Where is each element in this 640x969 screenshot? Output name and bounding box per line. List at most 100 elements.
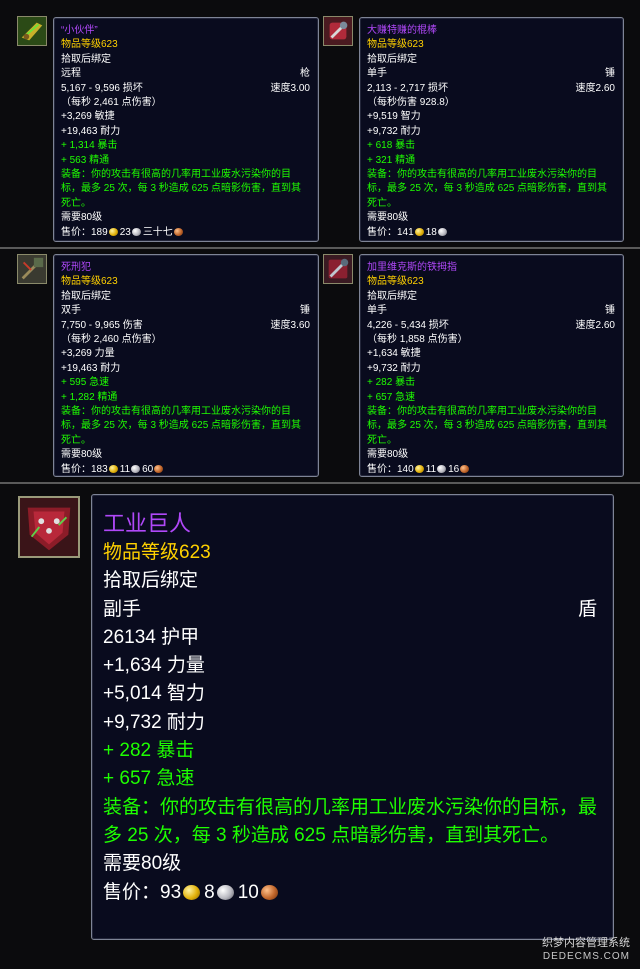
- secondary-stat: + 657 急速: [103, 768, 195, 790]
- gun-icon[interactable]: [17, 16, 47, 46]
- mace-icon[interactable]: [323, 16, 353, 46]
- copper-coin-icon: [154, 464, 164, 473]
- equip-effect: 装备：你的攻击有很高的几率用工业废水污染你的目标，最多 25 次，每 3 秒造成…: [61, 406, 302, 446]
- slot-row: 双手 锤: [61, 304, 310, 318]
- dps: （每秒 1,858 点伤害）: [367, 334, 468, 346]
- secondary-stat: + 618 暴击: [367, 140, 416, 152]
- item-level: 物品等级623: [103, 542, 211, 563]
- sell-label: 售价：: [367, 463, 397, 475]
- watermark: 织梦内容管理系统 DEDECMS.COM: [542, 937, 630, 963]
- slot-row: 副手 盾: [103, 596, 597, 624]
- watermark-line-2: DEDECMS.COM: [542, 951, 630, 962]
- dps: （每秒伤害 928.8）: [367, 97, 455, 109]
- stat-line: +5,014 智力: [103, 683, 205, 705]
- gold-coin-icon: [183, 884, 201, 900]
- copper-amount: 60: [142, 463, 154, 475]
- row-divider-top: [0, 247, 640, 249]
- equip-effect: 装备：你的攻击有很高的几率用工业废水污染你的目标，最多 25 次，每 3 秒造成…: [61, 169, 302, 209]
- gold-coin-icon: [414, 464, 424, 473]
- sell-price: 售价：93 8 10: [103, 879, 597, 907]
- item-name: 加里维克斯的铁拇指: [367, 262, 457, 273]
- slot: 副手: [103, 598, 142, 620]
- equip-effect: 装备：你的攻击有很高的几率用工业废水污染你的目标，最多 25 次，每 3 秒造成…: [103, 796, 598, 846]
- slot: 单手: [367, 305, 387, 317]
- damage: 2,113 - 2,717 损坏: [367, 82, 448, 94]
- fist-mace-icon[interactable]: [323, 254, 353, 284]
- silver-coin-icon: [216, 884, 234, 900]
- silver-coin-icon: [131, 464, 141, 473]
- level-requirement: 需要80级: [61, 449, 103, 461]
- copper-coin-icon: [460, 464, 470, 473]
- two-hand-mace-icon[interactable]: [17, 254, 47, 284]
- sell-label: 售价：: [61, 463, 91, 475]
- damage-row: 7,750 - 9,965 伤害 速度3.60: [61, 319, 310, 333]
- secondary-stat: + 1,282 精通: [61, 391, 118, 403]
- secondary-stat: + 595 急速: [61, 377, 110, 389]
- stat-line: +9,732 耐力: [367, 362, 421, 374]
- secondary-stat: + 657 急速: [367, 391, 416, 403]
- stat-line: +3,269 敏捷: [61, 111, 115, 123]
- bind-type: 拾取后绑定: [103, 570, 199, 592]
- stat-line: +19,463 耐力: [61, 362, 121, 374]
- gold-amount: 140: [397, 463, 414, 475]
- gold-amount: 93: [160, 881, 182, 903]
- shield-tooltip: 工业巨人 物品等级623 拾取后绑定 副手 盾 26134 护甲 +1,634 力…: [91, 494, 614, 940]
- stat-line: +1,634 力量: [103, 655, 205, 677]
- item-tooltip-1: 大赚特赚的棍棒 物品等级623 拾取后绑定 单手 锤 2,113 - 2,717 …: [359, 17, 624, 242]
- bind-type: 拾取后绑定: [367, 290, 417, 302]
- item-name: 死刑犯: [61, 262, 91, 273]
- level-requirement: 需要80级: [61, 212, 103, 224]
- damage-row: 2,113 - 2,717 损坏 速度2.60: [367, 82, 615, 96]
- sell-price: 售价：141 18: [367, 226, 615, 240]
- silver-coin-icon: [437, 227, 447, 236]
- gold-coin-icon: [414, 227, 424, 236]
- speed: 速度3.00: [270, 82, 310, 94]
- copper-amount: 三十七: [142, 226, 173, 238]
- gold-amount: 141: [397, 226, 414, 238]
- dps: （每秒 2,461 点伤害）: [61, 97, 162, 109]
- silver-amount: 23: [119, 226, 131, 238]
- stat-line: +9,732 耐力: [367, 125, 421, 137]
- bind-type: 拾取后绑定: [367, 53, 417, 65]
- stat-line: +19,463 耐力: [61, 125, 121, 137]
- item-level: 物品等级623: [367, 276, 424, 288]
- gold-amount: 183: [91, 463, 108, 475]
- weapon-type: 锤: [300, 305, 310, 317]
- stat-line: +3,269 力量: [61, 348, 115, 360]
- equip-effect: 装备：你的攻击有很高的几率用工业废水污染你的目标，最多 25 次，每 3 秒造成…: [367, 406, 608, 446]
- secondary-stat: + 282 暴击: [103, 740, 195, 762]
- level-requirement: 需要80级: [367, 212, 409, 224]
- sell-price: 售价：140 11 16: [367, 463, 615, 477]
- copper-amount: 10: [237, 881, 259, 903]
- sell-label: 售价：: [61, 226, 91, 238]
- silver-coin-icon: [131, 227, 141, 236]
- copper-coin-icon: [173, 227, 183, 236]
- shield-icon[interactable]: [18, 496, 80, 558]
- copper-amount: 16: [448, 463, 460, 475]
- row-divider-bottom: [0, 482, 640, 484]
- item-level: 物品等级623: [61, 276, 118, 288]
- watermark-line-1: 织梦内容管理系统: [542, 937, 630, 949]
- item-tooltip-2: 死刑犯 物品等级623 拾取后绑定 双手 锤 7,750 - 9,965 伤害 速度…: [53, 254, 319, 477]
- sell-price: 售价：183 11 60: [61, 463, 310, 477]
- slot: 双手: [61, 305, 81, 317]
- armor-type: 盾: [577, 598, 597, 620]
- speed: 速度2.60: [575, 82, 615, 94]
- gold-amount: 189: [91, 226, 108, 238]
- silver-amount: 8: [204, 881, 215, 903]
- gold-coin-icon: [108, 464, 118, 473]
- item-level: 物品等级623: [367, 39, 424, 51]
- damage-row: 4,226 - 5,434 损坏 速度2.60: [367, 319, 615, 333]
- weapon-type: 枪: [300, 68, 310, 80]
- secondary-stat: + 563 精通: [61, 154, 110, 166]
- dps: （每秒 2,460 点伤害）: [61, 334, 162, 346]
- level-requirement: 需要80级: [367, 449, 409, 461]
- slot: 单手: [367, 68, 387, 80]
- secondary-stat: + 321 精通: [367, 154, 416, 166]
- silver-amount: 18: [425, 226, 437, 238]
- item-tooltip-3: 加里维克斯的铁拇指 物品等级623 拾取后绑定 单手 锤 4,226 - 5,43…: [359, 254, 624, 477]
- slot-row: 单手 锤: [367, 67, 615, 81]
- speed: 速度3.60: [270, 319, 310, 331]
- item-name: “小伙伴”: [61, 25, 98, 36]
- copper-coin-icon: [260, 884, 278, 900]
